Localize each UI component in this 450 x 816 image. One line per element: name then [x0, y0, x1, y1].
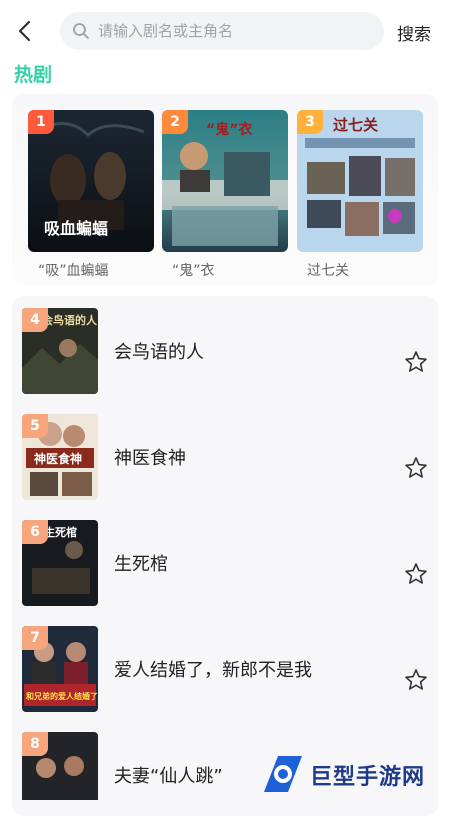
thumb-title: 生死棺: [44, 525, 77, 539]
poster-image: 过七关 3: [297, 110, 423, 252]
list-item-title: 生死棺: [114, 554, 168, 575]
list-item[interactable]: 和兄弟的爱人结婚了 7 爱人结婚了，新郎不是我: [12, 626, 438, 714]
watermark-logo-icon: [264, 756, 302, 792]
thumb-title: 会鸟语的人: [42, 313, 98, 327]
list-item-title: 爱人结婚了，新郎不是我: [114, 660, 312, 681]
rank-badge: 8: [22, 732, 48, 756]
list-item-title: 神医食神: [114, 448, 186, 469]
hot-item[interactable]: 吸血蝙蝠 1 “吸”血蝙蝠: [28, 110, 154, 280]
star-icon[interactable]: [404, 668, 428, 692]
poster-title: 过七关: [333, 116, 378, 134]
rank-badge: 7: [22, 626, 48, 650]
list-item-title: 夫妻“仙人跳”: [114, 766, 223, 787]
star-icon[interactable]: [404, 350, 428, 374]
star-icon[interactable]: [404, 562, 428, 586]
list-item-title: 会鸟语的人: [114, 342, 204, 363]
search-box[interactable]: [60, 12, 384, 50]
thumbnail-image: 和兄弟的爱人结婚了 7: [22, 626, 98, 712]
hot-item[interactable]: “鬼”衣 2 “鬼”衣: [162, 110, 288, 280]
poster-title: 吸血蝙蝠: [44, 219, 108, 238]
thumbnail-image: 生死棺 6: [22, 520, 98, 606]
list-item[interactable]: 会鸟语的人 4 会鸟语的人: [12, 308, 438, 396]
thumbnail-image: 神医食神 5: [22, 414, 98, 500]
rank-badge: 3: [297, 110, 323, 134]
hot-item[interactable]: 过七关 3 过七关: [297, 110, 423, 280]
list-item[interactable]: 神医食神 5 神医食神: [12, 414, 438, 502]
watermark: 巨型手游网: [258, 752, 448, 798]
rank-badge: 6: [22, 520, 48, 544]
poster-image: “鬼”衣 2: [162, 110, 288, 252]
rank-badge: 4: [22, 308, 48, 332]
hot-item-title: 过七关: [307, 263, 349, 279]
section-title: 热剧: [14, 64, 53, 86]
rank-badge: 1: [28, 110, 54, 134]
list-item[interactable]: 生死棺 6 生死棺: [12, 520, 438, 608]
top-bar: 搜索: [0, 0, 450, 64]
search-button[interactable]: 搜索: [397, 20, 431, 45]
hot-item-title: “吸”血蝙蝠: [38, 263, 109, 279]
back-button[interactable]: [10, 16, 40, 46]
thumbnail-image: 8: [22, 732, 98, 800]
poster-image: 吸血蝙蝠 1: [28, 110, 154, 252]
rank-badge: 2: [162, 110, 188, 134]
hot-dramas-card: 吸血蝙蝠 1 “吸”血蝙蝠 “鬼”衣 2 “鬼”衣 过七关 3 过七关: [12, 94, 438, 286]
watermark-text: 巨型手游网: [310, 765, 426, 790]
hot-item-title: “鬼”衣: [172, 263, 215, 279]
search-icon: [73, 23, 89, 39]
thumb-title: 和兄弟的爱人结婚了: [26, 691, 98, 701]
rank-badge: 5: [22, 414, 48, 438]
thumbnail-image: 会鸟语的人 4: [22, 308, 98, 394]
star-icon[interactable]: [404, 456, 428, 480]
chevron-left-icon: [18, 20, 31, 42]
search-input[interactable]: [96, 21, 360, 41]
thumb-title: 神医食神: [34, 451, 82, 466]
poster-title: “鬼”衣: [206, 121, 253, 138]
